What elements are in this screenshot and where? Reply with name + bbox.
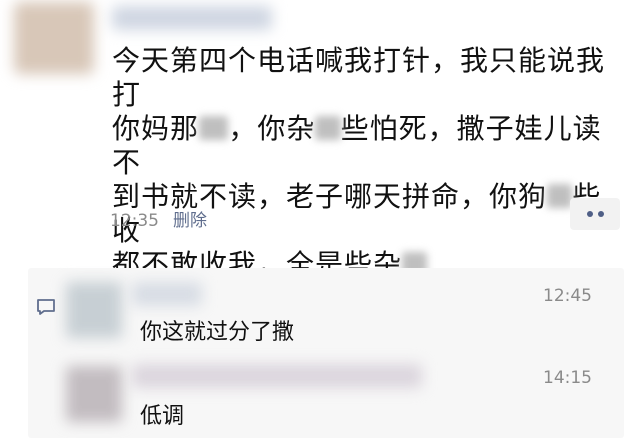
comment-icon <box>37 299 55 315</box>
comment-time: 14:15 <box>543 368 592 388</box>
delete-button[interactable]: 删除 <box>173 211 207 231</box>
comment-text: 低调 <box>140 404 185 429</box>
post-line-2: 你妈那 ，你杂 些怕死，撒子娃儿读不 <box>112 112 602 179</box>
comment-time: 12:45 <box>543 286 592 306</box>
post-meta: 12:35 删除 <box>110 206 207 231</box>
commenter-avatar[interactable] <box>66 282 122 338</box>
commenter-name[interactable] <box>132 282 202 306</box>
commenter-name[interactable] <box>132 364 422 388</box>
post-text: 今天第四个电话喊我打针，我只能说我打 你妈那 ，你杂 些怕死，撒子娃儿读不 到书就不… <box>112 44 622 282</box>
dot <box>586 211 593 217</box>
comment-text: 你这就过分了撒 <box>140 320 295 345</box>
post-author-name[interactable] <box>112 6 272 30</box>
commenter-avatar[interactable] <box>66 366 122 422</box>
post-time: 12:35 <box>110 211 159 231</box>
post-line-1: 今天第四个电话喊我打针，我只能说我打 <box>112 44 606 111</box>
more-dots-icon[interactable] <box>570 198 620 230</box>
censored-text <box>547 184 573 208</box>
censored-text <box>199 116 229 140</box>
post-avatar[interactable] <box>14 2 94 74</box>
censored-text <box>315 116 341 140</box>
dot <box>597 211 604 217</box>
